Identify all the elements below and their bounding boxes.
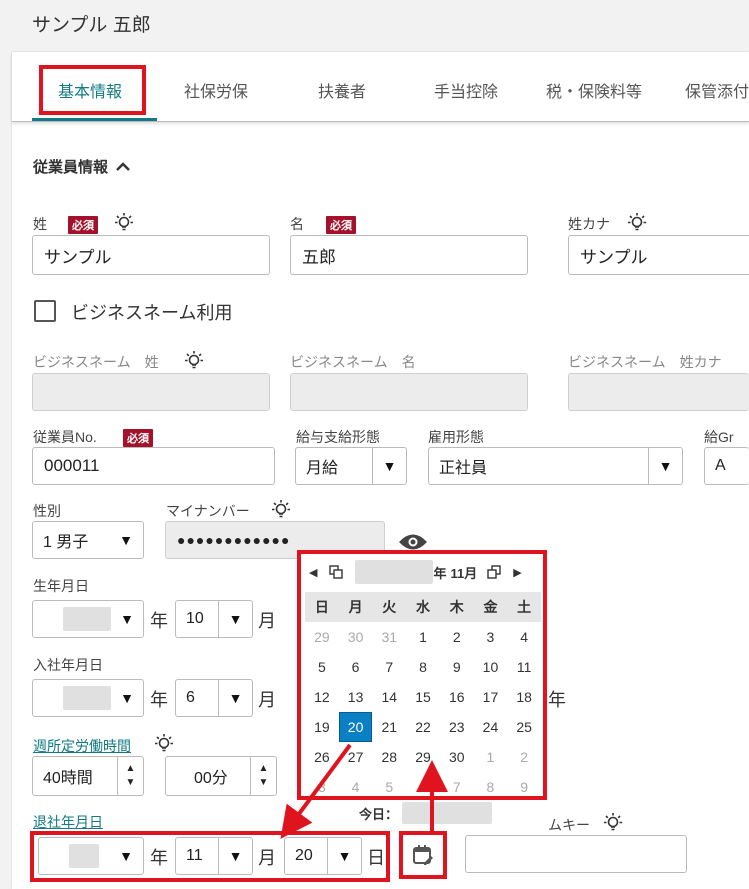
annotation-arrows <box>280 743 448 839</box>
arrow-to-date <box>280 743 352 839</box>
